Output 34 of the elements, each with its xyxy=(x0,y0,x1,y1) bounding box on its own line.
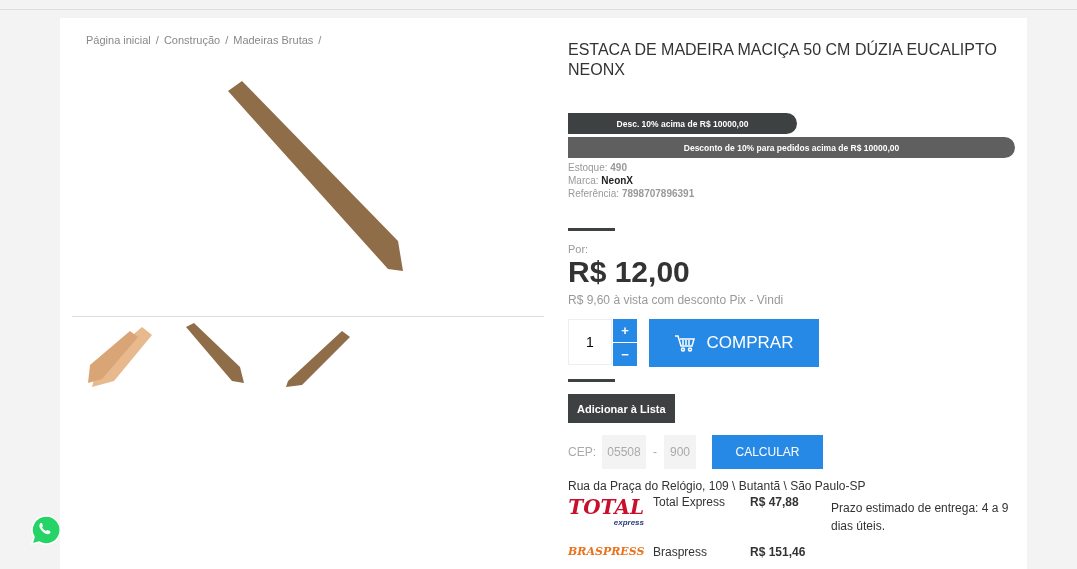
carrier-logo: BRASPRESS xyxy=(568,545,646,559)
price-label: Por: xyxy=(568,243,590,255)
quantity-field[interactable]: 1 xyxy=(568,319,612,365)
buy-button[interactable]: COMPRAR xyxy=(649,319,819,367)
product-spec: Estoque: 490 xyxy=(568,161,628,174)
discount-banner: Desconto de 10% para pedidos acima de R$ 10000,00 xyxy=(568,137,1015,158)
breadcrumb-separator: / xyxy=(155,34,159,46)
breadcrumb-separator: / xyxy=(318,34,322,46)
calculate-button[interactable]: CALCULAR xyxy=(712,435,823,469)
increment-button[interactable]: + xyxy=(613,319,637,342)
cep-suffix-field[interactable]: 900 xyxy=(664,435,696,469)
breadcrumb-link[interactable]: Página inicial xyxy=(86,34,151,46)
cep-separator: - xyxy=(653,445,657,459)
cart-icon xyxy=(674,334,695,352)
product-price: R$ 12,00 xyxy=(568,255,691,289)
product-spec: Marca: NeonX xyxy=(568,174,634,187)
shipping-price: R$ 47,88 xyxy=(750,495,800,511)
breadcrumb-separator: / xyxy=(225,34,229,46)
delivery-estimate: Prazo estimado de entrega: 4 a 9 dias úteis. xyxy=(831,500,1010,535)
product-spec: Referência: 7898707896391 xyxy=(568,187,696,200)
breadcrumb-link[interactable]: Madeiras Brutas xyxy=(233,34,314,46)
carrier-name: Braspress xyxy=(653,545,709,559)
breadcrumb-link[interactable]: Construção xyxy=(163,34,221,46)
discount-banner: Desc. 10% acima de R$ 10000,00 xyxy=(568,113,797,134)
carrier-name: Total Express xyxy=(653,495,727,511)
decrement-button[interactable]: − xyxy=(613,343,637,366)
shipping-address: Rua da Praça do Relógio, 109 \ Butantã \ São Paulo-SP xyxy=(568,479,867,493)
product-title: ESTACA DE MADEIRA MACIÇA 50 CM DÚZIA EUCALIPTO NEONX xyxy=(568,40,998,80)
cep-field[interactable]: 05508 xyxy=(602,435,646,469)
cep-label: CEP: xyxy=(568,445,596,459)
add-to-list-button[interactable]: Adicionar à Lista xyxy=(568,394,675,423)
pix-price-note: R$ 9,60 à vista com desconto Pix - Vindi xyxy=(568,293,785,307)
shipping-price: R$ 151,46 xyxy=(750,545,807,559)
carrier-logo: TOTAL express xyxy=(568,495,645,529)
